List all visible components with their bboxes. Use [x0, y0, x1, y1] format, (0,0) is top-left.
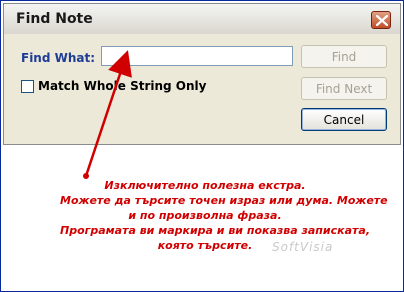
- annotation-line: Програмата ви маркира и ви показва запис…: [60, 224, 371, 237]
- annotation-line: Можете да търсите точен израз или дума. …: [60, 194, 388, 207]
- pointer-arrow-line: [84, 50, 132, 177]
- watermark: SoftVisia: [272, 240, 334, 254]
- annotation-line: Изключително полезна екстра.: [104, 179, 306, 192]
- annotation-line: и по произволна фраза.: [128, 209, 282, 222]
